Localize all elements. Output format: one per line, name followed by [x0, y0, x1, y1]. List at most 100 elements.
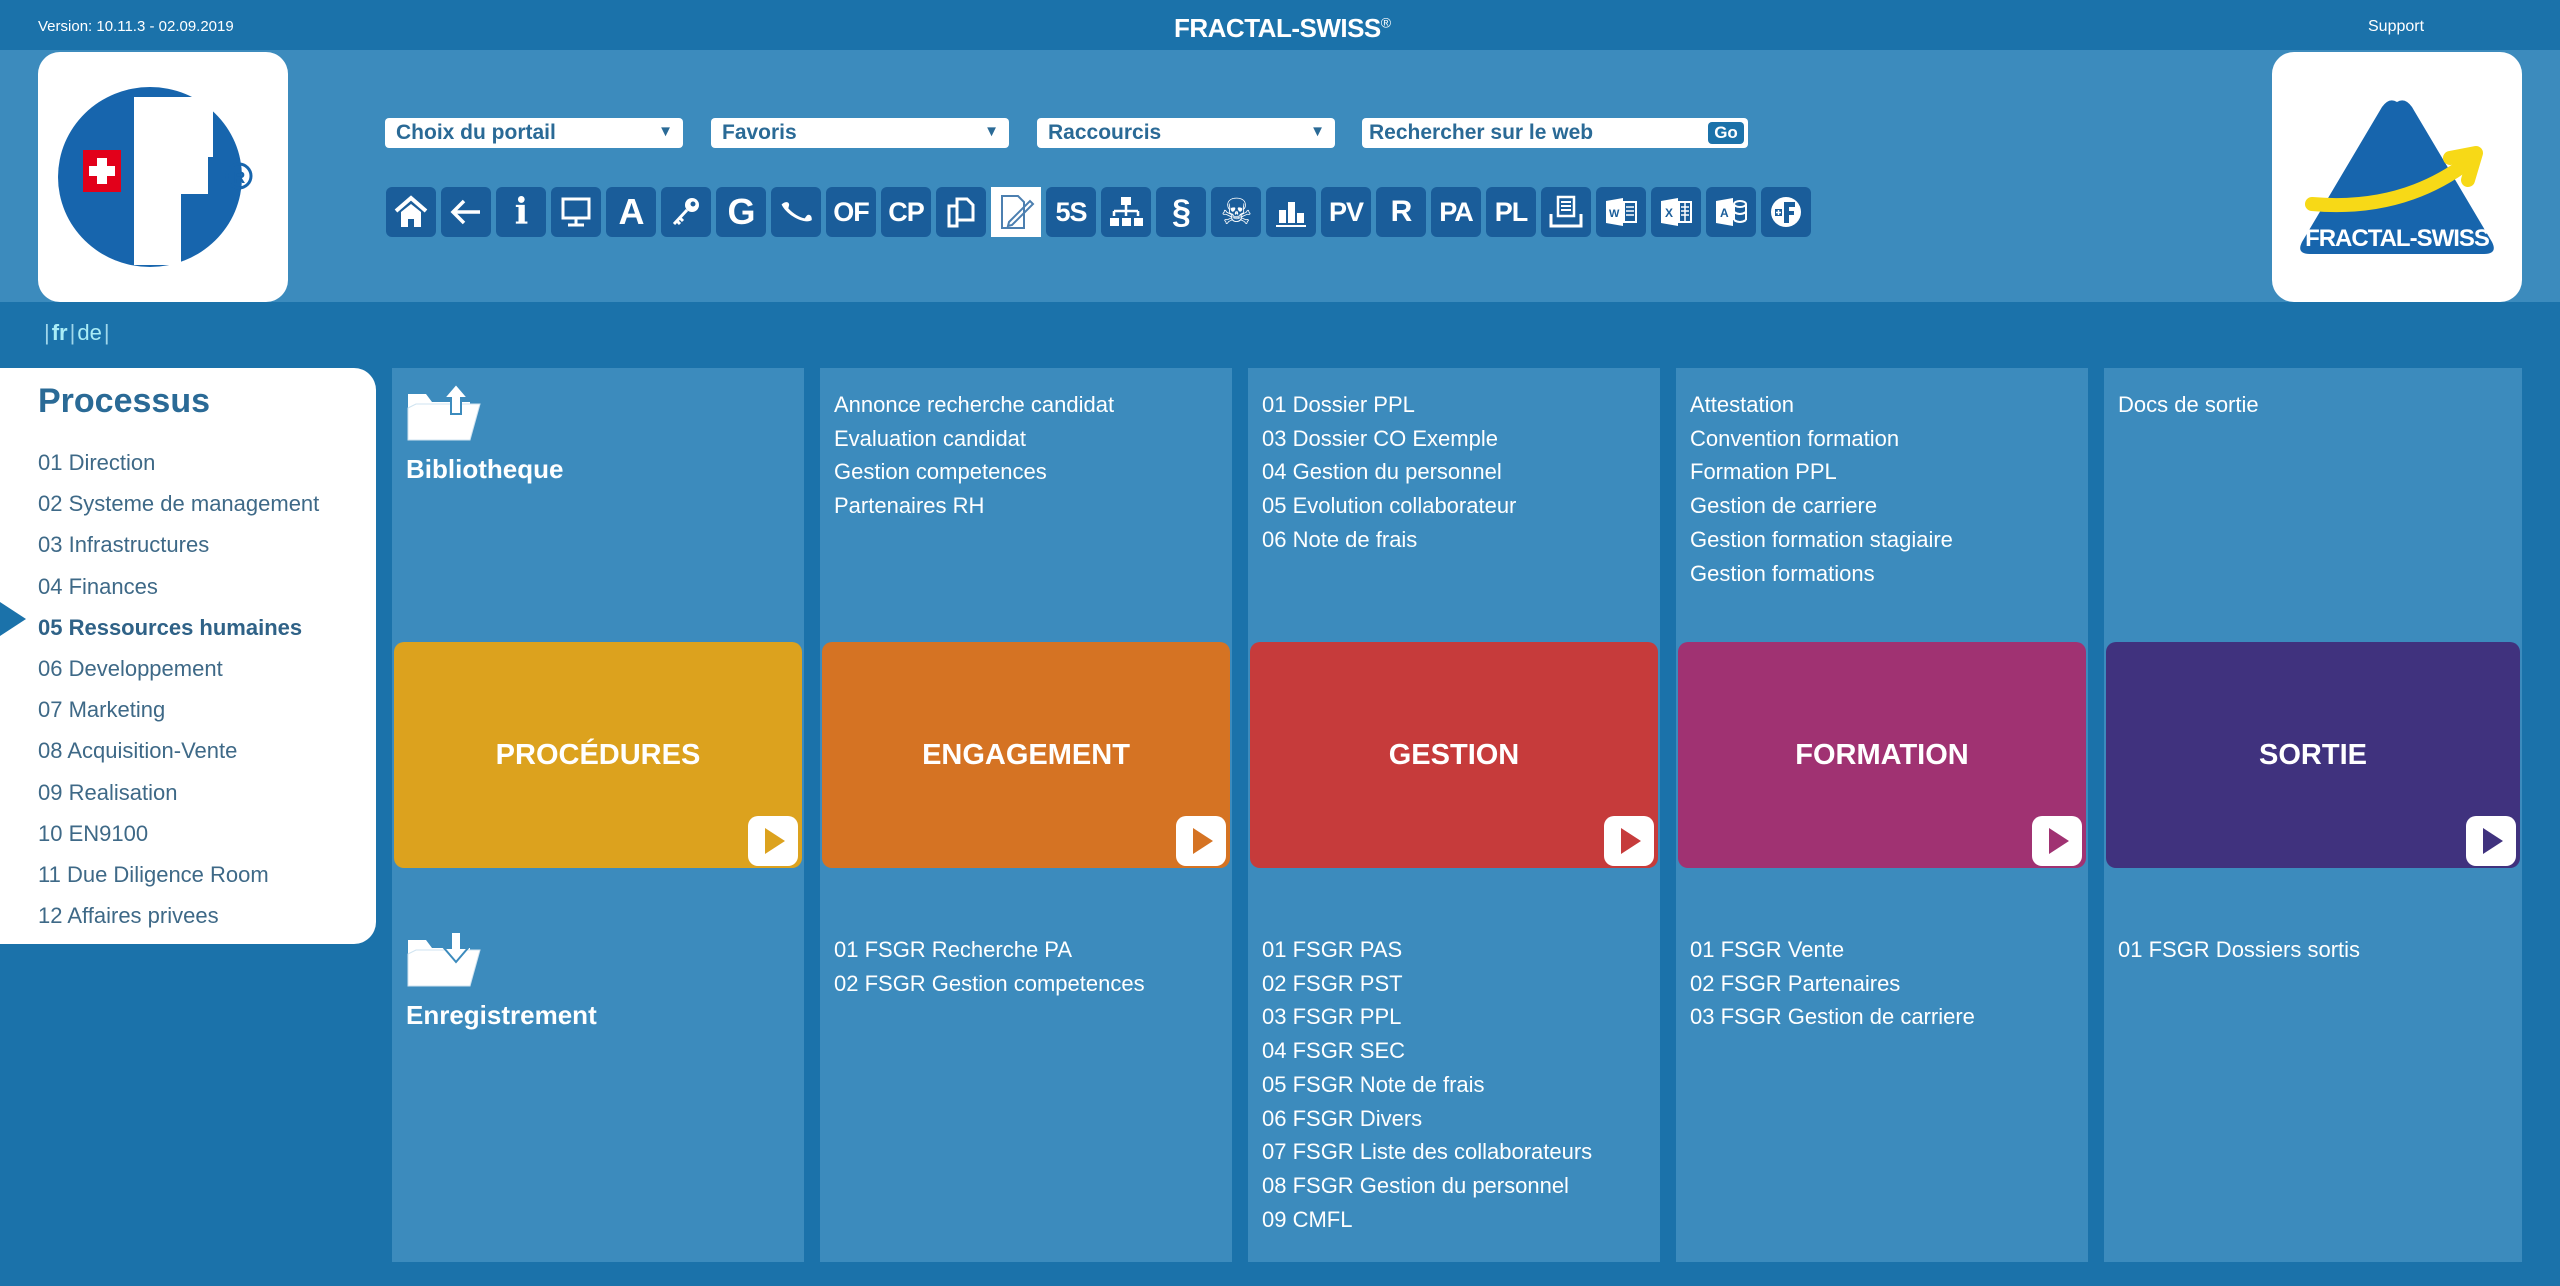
shortcuts-select[interactable]: Raccourcis ▼ [1037, 118, 1335, 148]
phone-button[interactable] [771, 187, 821, 237]
org-chart-button[interactable] [1101, 187, 1151, 237]
skull-button[interactable]: ☠ [1211, 187, 1261, 237]
play-icon[interactable] [2466, 816, 2516, 866]
list-item[interactable]: 03 FSGR PPL [1262, 1000, 1592, 1034]
web-search-input[interactable] [1369, 121, 1669, 145]
sidebar-item-en9100[interactable]: 10 EN9100 [38, 813, 319, 854]
folder-download-icon[interactable] [406, 928, 482, 988]
list-item[interactable]: 07 FSGR Liste des collaborateurs [1262, 1135, 1592, 1169]
play-icon[interactable] [1176, 816, 1226, 866]
letter-a-button[interactable]: A [606, 187, 656, 237]
list-item[interactable]: Formation PPL [1690, 455, 1953, 489]
pv-label: PV [1328, 196, 1364, 227]
list-item[interactable]: Gestion formation stagiaire [1690, 523, 1953, 557]
list-item[interactable]: 09 CMFL [1262, 1203, 1592, 1237]
language-fr[interactable]: fr [52, 320, 68, 345]
r-button[interactable]: R [1376, 187, 1426, 237]
portal-select[interactable]: Choix du portail ▼ [385, 118, 683, 148]
sidebar-item-systeme-management[interactable]: 02 Systeme de management [38, 483, 319, 524]
language-de[interactable]: de [77, 320, 101, 345]
sidebar-item-direction[interactable]: 01 Direction [38, 442, 319, 483]
play-icon[interactable] [748, 816, 798, 866]
home-button[interactable] [386, 187, 436, 237]
list-item[interactable]: 01 FSGR Dossiers sortis [2118, 933, 2360, 967]
list-item[interactable]: Gestion competences [834, 455, 1114, 489]
fractal-logo[interactable]: R [38, 52, 288, 302]
sidebar-item-ressources-humaines[interactable]: 05 Ressources humaines [38, 607, 319, 648]
sidebar-item-marketing[interactable]: 07 Marketing [38, 689, 319, 730]
list-item[interactable]: Convention formation [1690, 422, 1953, 456]
word-button[interactable]: W [1596, 187, 1646, 237]
monitor-button[interactable] [551, 187, 601, 237]
sidebar-item-acquisition-vente[interactable]: 08 Acquisition-Vente [38, 730, 319, 771]
back-button[interactable] [441, 187, 491, 237]
tile-sortie[interactable]: SORTIE [2106, 642, 2520, 868]
list-item[interactable]: 05 Evolution collaborateur [1262, 489, 1516, 523]
play-icon[interactable] [2032, 816, 2082, 866]
printer-button[interactable] [1541, 187, 1591, 237]
sidebar-item-developpement[interactable]: 06 Developpement [38, 648, 319, 689]
cp-button[interactable]: CP [881, 187, 931, 237]
list-item[interactable]: 01 FSGR PAS [1262, 933, 1592, 967]
enregistrement-label[interactable]: Enregistrement [406, 1000, 597, 1031]
sidebar-item-due-diligence[interactable]: 11 Due Diligence Room [38, 854, 319, 895]
list-item[interactable]: Attestation [1690, 388, 1953, 422]
list-item[interactable]: Docs de sortie [2118, 388, 2259, 422]
key-button[interactable] [661, 187, 711, 237]
copy-documents-button[interactable] [936, 187, 986, 237]
tile-gestion[interactable]: GESTION [1250, 642, 1658, 868]
folder-upload-icon[interactable] [406, 382, 482, 442]
tile-formation-label: FORMATION [1795, 738, 1969, 771]
language-switcher: |fr|de| [44, 320, 110, 345]
section-button[interactable]: § [1156, 187, 1206, 237]
list-item[interactable]: 08 FSGR Gestion du personnel [1262, 1169, 1592, 1203]
info-button[interactable]: i [496, 187, 546, 237]
list-item[interactable]: 03 Dossier CO Exemple [1262, 422, 1516, 456]
list-item[interactable]: 02 FSGR PST [1262, 967, 1592, 1001]
sidebar-item-infrastructures[interactable]: 03 Infrastructures [38, 524, 319, 565]
tile-procedures[interactable]: PROCÉDURES [394, 642, 802, 868]
go-button[interactable]: Go [1708, 122, 1744, 144]
list-item[interactable]: 04 FSGR SEC [1262, 1034, 1592, 1068]
list-item[interactable]: 06 FSGR Divers [1262, 1102, 1592, 1136]
letter-g-button[interactable]: G [716, 187, 766, 237]
pa-button[interactable]: PA [1431, 187, 1481, 237]
of-button[interactable]: OF [826, 187, 876, 237]
play-icon[interactable] [1604, 816, 1654, 866]
list-item[interactable]: 03 FSGR Gestion de carriere [1690, 1000, 1975, 1034]
pl-button[interactable]: PL [1486, 187, 1536, 237]
tile-formation[interactable]: FORMATION [1678, 642, 2086, 868]
support-link[interactable]: Support [2368, 18, 2424, 36]
list-item[interactable]: Gestion de carriere [1690, 489, 1953, 523]
access-button[interactable]: A [1706, 187, 1756, 237]
sidebar-item-affaires-privees[interactable]: 12 Affaires privees [38, 895, 319, 936]
tile-gestion-label: GESTION [1388, 738, 1520, 771]
edit-document-button[interactable] [991, 187, 1041, 237]
list-item[interactable]: 04 Gestion du personnel [1262, 455, 1516, 489]
list-item[interactable]: Evaluation candidat [834, 422, 1114, 456]
list-item[interactable]: 02 FSGR Partenaires [1690, 967, 1975, 1001]
bar-chart-button[interactable] [1266, 187, 1316, 237]
favorites-select[interactable]: Favoris ▼ [711, 118, 1009, 148]
tile-engagement[interactable]: ENGAGEMENT [822, 642, 1230, 868]
sidebar-item-finances[interactable]: 04 Finances [38, 566, 319, 607]
back-arrow-icon [450, 199, 480, 225]
list-item[interactable]: Annonce recherche candidat [834, 388, 1114, 422]
list-item[interactable]: 06 Note de frais [1262, 523, 1516, 557]
list-item[interactable]: 05 FSGR Note de frais [1262, 1068, 1592, 1102]
5s-button[interactable]: 5S [1046, 187, 1096, 237]
list-item[interactable]: 01 Dossier PPL [1262, 388, 1516, 422]
fractal-button[interactable] [1761, 187, 1811, 237]
pv-button[interactable]: PV [1321, 187, 1371, 237]
list-item[interactable]: 01 FSGR Vente [1690, 933, 1975, 967]
list-item[interactable]: 02 FSGR Gestion competences [834, 967, 1145, 1001]
list-item[interactable]: Gestion formations [1690, 557, 1953, 591]
gestion-records: 01 FSGR PAS 02 FSGR PST 03 FSGR PPL 04 F… [1262, 933, 1592, 1236]
fractal-swiss-logo[interactable]: FRACTAL-SWISS [2272, 52, 2522, 302]
list-item[interactable]: 01 FSGR Recherche PA [834, 933, 1145, 967]
excel-button[interactable]: X [1651, 187, 1701, 237]
bibliotheque-label[interactable]: Bibliotheque [406, 454, 563, 485]
column-gestion: 01 Dossier PPL 03 Dossier CO Exemple 04 … [1248, 368, 1660, 1262]
list-item[interactable]: Partenaires RH [834, 489, 1114, 523]
sidebar-item-realisation[interactable]: 09 Realisation [38, 772, 319, 813]
